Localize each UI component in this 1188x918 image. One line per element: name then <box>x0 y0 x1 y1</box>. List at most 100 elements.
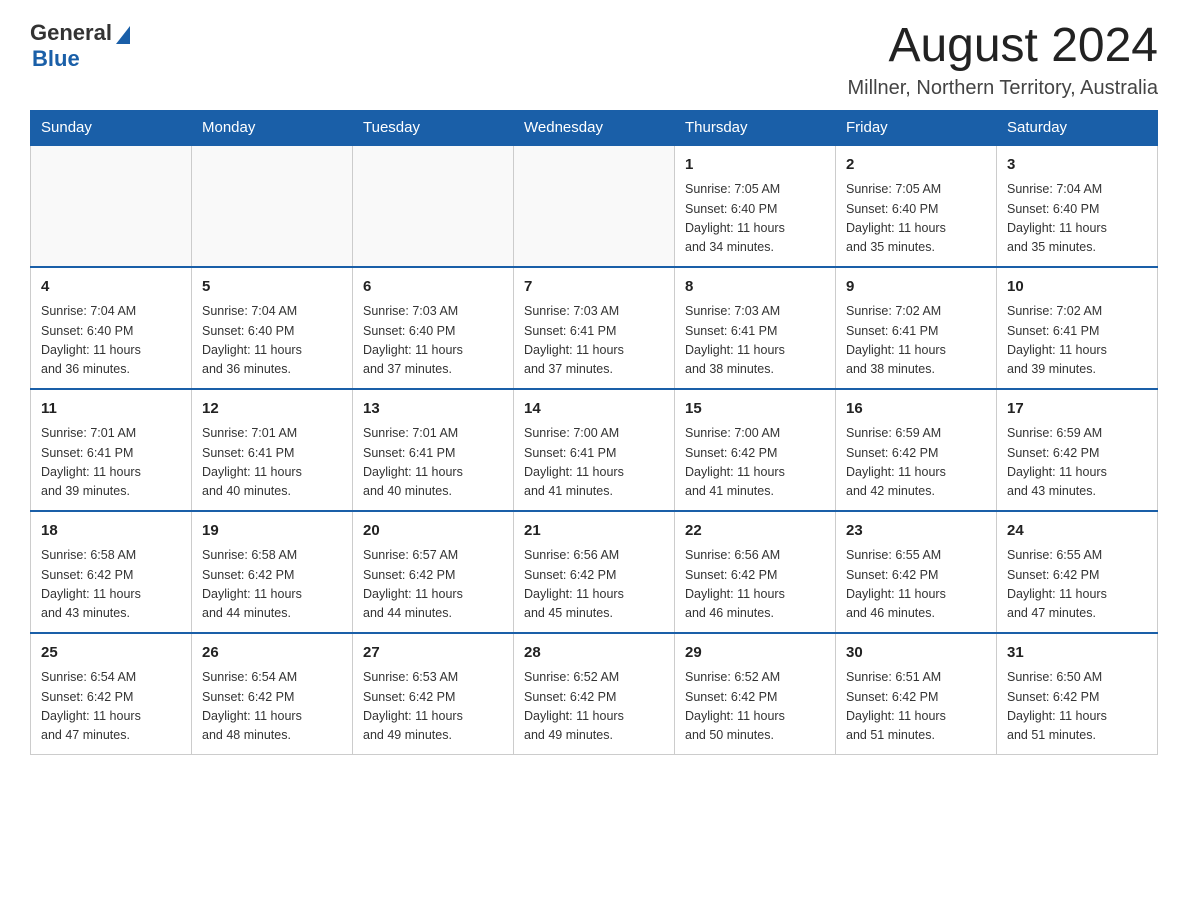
day-number: 27 <box>363 642 503 665</box>
day-number: 18 <box>41 520 181 543</box>
logo: General Blue <box>30 20 132 72</box>
calendar-cell: 15Sunrise: 7:00 AMSunset: 6:42 PMDayligh… <box>675 389 836 511</box>
day-info: Sunrise: 7:05 AMSunset: 6:40 PMDaylight:… <box>685 180 825 258</box>
col-monday: Monday <box>192 110 353 145</box>
day-info: Sunrise: 6:56 AMSunset: 6:42 PMDaylight:… <box>524 546 664 624</box>
day-number: 4 <box>41 276 181 299</box>
day-info: Sunrise: 6:54 AMSunset: 6:42 PMDaylight:… <box>41 668 181 746</box>
day-info: Sunrise: 7:01 AMSunset: 6:41 PMDaylight:… <box>202 424 342 502</box>
day-info: Sunrise: 6:52 AMSunset: 6:42 PMDaylight:… <box>524 668 664 746</box>
calendar-cell: 27 Sunrise: 6:53 AMSunset: 6:42 PMDayligh… <box>353 633 514 755</box>
calendar-cell: 25 Sunrise: 6:54 AMSunset: 6:42 PMDayligh… <box>31 633 192 755</box>
day-info: Sunrise: 7:04 AMSunset: 6:40 PMDaylight:… <box>202 302 342 380</box>
day-number: 10 <box>1007 276 1147 299</box>
day-number: 13 <box>363 398 503 421</box>
day-number: 11 <box>41 398 181 421</box>
day-number: 5 <box>202 276 342 299</box>
calendar-cell: 21 Sunrise: 6:56 AMSunset: 6:42 PMDayligh… <box>514 511 675 633</box>
day-number: 17 <box>1007 398 1147 421</box>
day-info: Sunrise: 6:57 AMSunset: 6:42 PMDaylight:… <box>363 546 503 624</box>
calendar-cell: 6Sunrise: 7:03 AMSunset: 6:40 PMDaylight… <box>353 267 514 389</box>
calendar-cell: 4 Sunrise: 7:04 AMSunset: 6:40 PMDaylight… <box>31 267 192 389</box>
day-number: 12 <box>202 398 342 421</box>
calendar-cell: 16Sunrise: 6:59 AMSunset: 6:42 PMDayligh… <box>836 389 997 511</box>
day-number: 22 <box>685 520 825 543</box>
day-number: 31 <box>1007 642 1147 665</box>
calendar-cell: 18 Sunrise: 6:58 AMSunset: 6:42 PMDayligh… <box>31 511 192 633</box>
day-info: Sunrise: 7:05 AMSunset: 6:40 PMDaylight:… <box>846 180 986 258</box>
day-info: Sunrise: 6:56 AMSunset: 6:42 PMDaylight:… <box>685 546 825 624</box>
day-info: Sunrise: 7:00 AMSunset: 6:42 PMDaylight:… <box>685 424 825 502</box>
day-info: Sunrise: 7:01 AMSunset: 6:41 PMDaylight:… <box>41 424 181 502</box>
calendar-cell: 11 Sunrise: 7:01 AMSunset: 6:41 PMDayligh… <box>31 389 192 511</box>
col-thursday: Thursday <box>675 110 836 145</box>
day-info: Sunrise: 7:03 AMSunset: 6:41 PMDaylight:… <box>685 302 825 380</box>
day-number: 30 <box>846 642 986 665</box>
calendar-cell: 23Sunrise: 6:55 AMSunset: 6:42 PMDayligh… <box>836 511 997 633</box>
calendar-cell: 7 Sunrise: 7:03 AMSunset: 6:41 PMDaylight… <box>514 267 675 389</box>
calendar-week-3: 11 Sunrise: 7:01 AMSunset: 6:41 PMDayligh… <box>31 389 1158 511</box>
day-number: 23 <box>846 520 986 543</box>
day-info: Sunrise: 7:02 AMSunset: 6:41 PMDaylight:… <box>846 302 986 380</box>
logo-triangle-icon <box>116 26 130 44</box>
day-number: 7 <box>524 276 664 299</box>
day-info: Sunrise: 7:03 AMSunset: 6:41 PMDaylight:… <box>524 302 664 380</box>
calendar-cell: 17 Sunrise: 6:59 AMSunset: 6:42 PMDayligh… <box>997 389 1158 511</box>
day-number: 8 <box>685 276 825 299</box>
calendar-header-row: Sunday Monday Tuesday Wednesday Thursday… <box>31 110 1158 145</box>
day-info: Sunrise: 7:02 AMSunset: 6:41 PMDaylight:… <box>1007 302 1147 380</box>
col-friday: Friday <box>836 110 997 145</box>
calendar-cell: 29Sunrise: 6:52 AMSunset: 6:42 PMDayligh… <box>675 633 836 755</box>
calendar-week-5: 25 Sunrise: 6:54 AMSunset: 6:42 PMDayligh… <box>31 633 1158 755</box>
day-info: Sunrise: 7:04 AMSunset: 6:40 PMDaylight:… <box>41 302 181 380</box>
calendar-cell: 10 Sunrise: 7:02 AMSunset: 6:41 PMDayligh… <box>997 267 1158 389</box>
day-info: Sunrise: 6:58 AMSunset: 6:42 PMDaylight:… <box>41 546 181 624</box>
calendar-cell <box>31 145 192 267</box>
calendar-cell <box>192 145 353 267</box>
day-number: 28 <box>524 642 664 665</box>
calendar-cell: 12 Sunrise: 7:01 AMSunset: 6:41 PMDayligh… <box>192 389 353 511</box>
calendar-cell <box>514 145 675 267</box>
day-number: 29 <box>685 642 825 665</box>
location-text: Millner, Northern Territory, Australia <box>848 77 1158 100</box>
col-saturday: Saturday <box>997 110 1158 145</box>
logo-general-text: General <box>30 20 112 46</box>
col-tuesday: Tuesday <box>353 110 514 145</box>
calendar-week-4: 18 Sunrise: 6:58 AMSunset: 6:42 PMDayligh… <box>31 511 1158 633</box>
calendar-cell: 31 Sunrise: 6:50 AMSunset: 6:42 PMDayligh… <box>997 633 1158 755</box>
title-section: August 2024 Millner, Northern Territory,… <box>848 20 1158 100</box>
day-number: 24 <box>1007 520 1147 543</box>
calendar-cell: 3Sunrise: 7:04 AMSunset: 6:40 PMDaylight… <box>997 145 1158 267</box>
calendar-week-2: 4 Sunrise: 7:04 AMSunset: 6:40 PMDaylight… <box>31 267 1158 389</box>
col-sunday: Sunday <box>31 110 192 145</box>
calendar-cell: 1 Sunrise: 7:05 AMSunset: 6:40 PMDaylight… <box>675 145 836 267</box>
calendar-week-1: 1 Sunrise: 7:05 AMSunset: 6:40 PMDaylight… <box>31 145 1158 267</box>
logo-blue-text: Blue <box>32 46 80 72</box>
day-number: 19 <box>202 520 342 543</box>
day-info: Sunrise: 7:03 AMSunset: 6:40 PMDaylight:… <box>363 302 503 380</box>
day-number: 20 <box>363 520 503 543</box>
calendar-cell: 19Sunrise: 6:58 AMSunset: 6:42 PMDayligh… <box>192 511 353 633</box>
day-number: 21 <box>524 520 664 543</box>
day-number: 26 <box>202 642 342 665</box>
day-number: 16 <box>846 398 986 421</box>
calendar-cell: 26Sunrise: 6:54 AMSunset: 6:42 PMDayligh… <box>192 633 353 755</box>
col-wednesday: Wednesday <box>514 110 675 145</box>
calendar-cell: 14Sunrise: 7:00 AMSunset: 6:41 PMDayligh… <box>514 389 675 511</box>
day-number: 25 <box>41 642 181 665</box>
calendar-cell: 13Sunrise: 7:01 AMSunset: 6:41 PMDayligh… <box>353 389 514 511</box>
calendar-table: Sunday Monday Tuesday Wednesday Thursday… <box>30 110 1158 755</box>
day-info: Sunrise: 6:53 AMSunset: 6:42 PMDaylight:… <box>363 668 503 746</box>
calendar-cell: 30 Sunrise: 6:51 AMSunset: 6:42 PMDayligh… <box>836 633 997 755</box>
day-info: Sunrise: 6:55 AMSunset: 6:42 PMDaylight:… <box>1007 546 1147 624</box>
day-number: 9 <box>846 276 986 299</box>
day-number: 1 <box>685 154 825 177</box>
day-info: Sunrise: 6:59 AMSunset: 6:42 PMDaylight:… <box>1007 424 1147 502</box>
day-info: Sunrise: 6:50 AMSunset: 6:42 PMDaylight:… <box>1007 668 1147 746</box>
calendar-cell: 28 Sunrise: 6:52 AMSunset: 6:42 PMDayligh… <box>514 633 675 755</box>
calendar-cell: 24 Sunrise: 6:55 AMSunset: 6:42 PMDayligh… <box>997 511 1158 633</box>
day-info: Sunrise: 6:51 AMSunset: 6:42 PMDaylight:… <box>846 668 986 746</box>
calendar-cell: 22 Sunrise: 6:56 AMSunset: 6:42 PMDayligh… <box>675 511 836 633</box>
day-number: 14 <box>524 398 664 421</box>
day-number: 3 <box>1007 154 1147 177</box>
